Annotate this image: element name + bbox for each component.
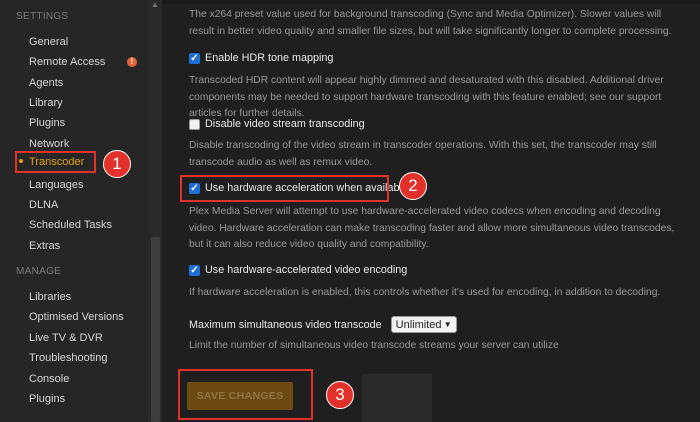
sidebar-item-remote-access[interactable]: Remote Access [29,56,105,68]
max-transcode-label: Maximum simultaneous video transcode [189,318,382,331]
sidebar-item-scheduled-tasks[interactable]: Scheduled Tasks [29,219,112,231]
top-divider [162,0,700,4]
save-button-highlight-box [178,369,313,420]
sidebar-item-live-tv-dvr[interactable]: Live TV & DVR [29,332,103,344]
chevron-down-icon: ▼ [443,320,452,329]
sidebar-item-general[interactable]: General [29,36,68,48]
max-transcode-select[interactable]: Unlimited ▼ [390,316,457,333]
disable-video-transcoding-label: Disable video stream transcoding [205,118,365,130]
redacted-area [362,374,432,422]
checkbox-checked-icon: ✓ [189,52,200,64]
sidebar-item-agents[interactable]: Agents [29,77,63,89]
transcoder-settings-panel: The x264 preset value used for backgroun… [162,0,700,422]
step-badge-1: 1 [103,150,131,178]
sidebar-item-manage-plugins[interactable]: Plugins [29,393,65,405]
step-badge-2: 2 [399,172,427,200]
hdr-tone-mapping-checkbox[interactable]: ✓ Enable HDR tone mapping [189,51,333,65]
disable-video-transcoding-description: Disable transcoding of the video stream … [189,140,657,168]
hardware-encoding-label: Use hardware-accelerated video encoding [205,264,408,276]
sidebar-scroll-thumb[interactable] [151,237,160,422]
manage-section-title: MANAGE [16,266,62,277]
max-transcode-value: Unlimited [395,318,442,331]
sidebar-item-languages[interactable]: Languages [29,179,83,191]
hardware-acceleration-description: Plex Media Server will attempt to use ha… [189,206,675,250]
settings-section-title: SETTINGS [16,11,69,22]
sidebar-item-plugins[interactable]: Plugins [29,117,65,129]
sidebar-item-network[interactable]: Network [29,138,69,150]
step-badge-3: 3 [326,381,354,409]
scroll-up-icon[interactable]: ▲ [151,0,159,9]
settings-sidebar: SETTINGS General Remote Access ! Agents … [0,0,162,422]
sidebar-item-optimised-versions[interactable]: Optimised Versions [29,311,124,323]
sidebar-item-library[interactable]: Library [29,97,63,109]
alert-icon: ! [127,57,137,67]
sidebar-item-console[interactable]: Console [29,373,69,385]
checkbox-unchecked-icon [189,118,200,130]
sidebar-item-libraries[interactable]: Libraries [29,291,71,303]
hardware-encoding-checkbox[interactable]: ✓ Use hardware-accelerated video encodin… [189,263,407,277]
sidebar-item-troubleshooting[interactable]: Troubleshooting [29,352,107,364]
transcoder-highlight-box [15,151,96,173]
sidebar-item-extras[interactable]: Extras [29,240,60,252]
max-transcode-row: Maximum simultaneous video transcode Unl… [189,316,457,333]
hdr-tone-mapping-label: Enable HDR tone mapping [205,52,334,64]
sidebar-item-dlna[interactable]: DLNA [29,199,58,211]
hardware-acceleration-highlight-box [180,175,389,202]
x264-preset-description: The x264 preset value used for backgroun… [189,9,672,37]
checkbox-checked-icon: ✓ [189,264,200,276]
hdr-tone-mapping-description: Transcoded HDR content will appear highl… [189,75,664,119]
hardware-encoding-description: If hardware acceleration is enabled, thi… [189,287,661,298]
disable-video-transcoding-checkbox[interactable]: Disable video stream transcoding [189,117,365,131]
max-transcode-description: Limit the number of simultaneous video t… [189,340,559,351]
